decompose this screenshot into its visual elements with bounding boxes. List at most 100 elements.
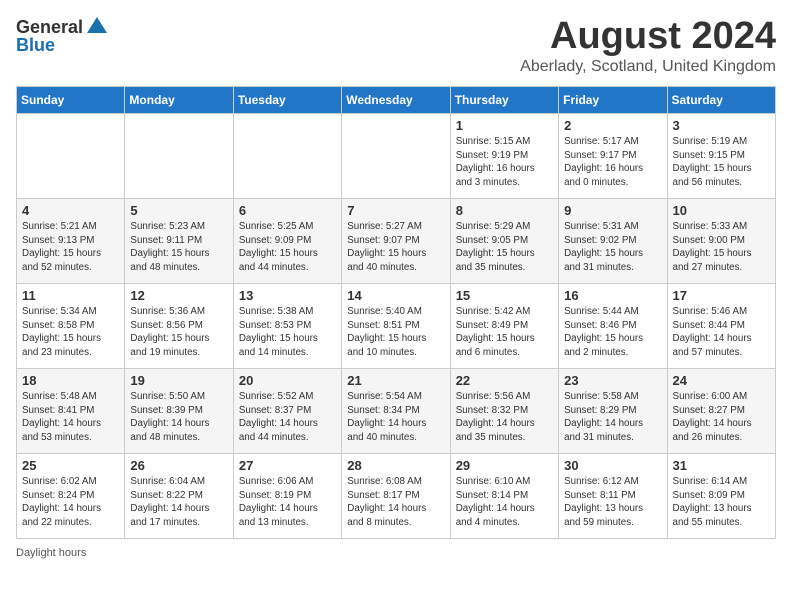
day-number: 7	[347, 203, 444, 218]
calendar-day-header: Sunday	[17, 86, 125, 113]
day-info: Sunrise: 5:19 AM Sunset: 9:15 PM Dayligh…	[673, 135, 770, 190]
day-number: 4	[22, 203, 119, 218]
calendar-week-row: 1 Sunrise: 5:15 AM Sunset: 9:19 PM Daylig…	[17, 113, 776, 198]
day-info: Sunrise: 5:38 AM Sunset: 8:53 PM Dayligh…	[239, 305, 336, 360]
calendar-day-header: Friday	[559, 86, 667, 113]
calendar-cell	[233, 113, 341, 198]
day-number: 6	[239, 203, 336, 218]
day-info: Sunrise: 5:56 AM Sunset: 8:32 PM Dayligh…	[456, 390, 553, 445]
day-number: 5	[130, 203, 227, 218]
day-info: Sunrise: 5:23 AM Sunset: 9:11 PM Dayligh…	[130, 220, 227, 275]
day-info: Sunrise: 6:10 AM Sunset: 8:14 PM Dayligh…	[456, 475, 553, 530]
calendar-week-row: 4Sunrise: 5:21 AM Sunset: 9:13 PM Daylig…	[17, 198, 776, 283]
day-info: Sunrise: 5:29 AM Sunset: 9:05 PM Dayligh…	[456, 220, 553, 275]
calendar-cell	[17, 113, 125, 198]
day-number: 15	[456, 288, 553, 303]
day-number: 11	[22, 288, 119, 303]
day-info: Sunrise: 6:04 AM Sunset: 8:22 PM Dayligh…	[130, 475, 227, 530]
day-info: Sunrise: 5:46 AM Sunset: 8:44 PM Dayligh…	[673, 305, 770, 360]
logo: General Blue	[16, 16, 109, 56]
calendar-cell: 18 Sunrise: 5:48 AM Sunset: 8:41 PM Dayli…	[17, 368, 125, 453]
calendar-cell: 1 Sunrise: 5:15 AM Sunset: 9:19 PM Daylig…	[450, 113, 558, 198]
calendar-cell: 5 Sunrise: 5:23 AM Sunset: 9:11 PM Daylig…	[125, 198, 233, 283]
calendar-cell: 19 Sunrise: 5:50 AM Sunset: 8:39 PM Dayli…	[125, 368, 233, 453]
day-number: 26	[130, 458, 227, 473]
calendar-cell: 3 Sunrise: 5:19 AM Sunset: 9:15 PM Daylig…	[667, 113, 775, 198]
calendar-cell: 4Sunrise: 5:21 AM Sunset: 9:13 PM Daylig…	[17, 198, 125, 283]
day-number: 1	[456, 118, 553, 133]
calendar-week-row: 25Sunrise: 6:02 AM Sunset: 8:24 PM Dayli…	[17, 453, 776, 538]
day-number: 3	[673, 118, 770, 133]
calendar-cell: 10Sunrise: 5:33 AM Sunset: 9:00 PM Dayli…	[667, 198, 775, 283]
calendar-cell	[342, 113, 450, 198]
day-info: Sunrise: 5:42 AM Sunset: 8:49 PM Dayligh…	[456, 305, 553, 360]
calendar-cell: 12 Sunrise: 5:36 AM Sunset: 8:56 PM Dayli…	[125, 283, 233, 368]
day-number: 2	[564, 118, 661, 133]
day-info: Sunrise: 5:31 AM Sunset: 9:02 PM Dayligh…	[564, 220, 661, 275]
calendar-cell: 25Sunrise: 6:02 AM Sunset: 8:24 PM Dayli…	[17, 453, 125, 538]
logo-icon	[86, 16, 108, 39]
day-number: 27	[239, 458, 336, 473]
day-number: 9	[564, 203, 661, 218]
day-info: Sunrise: 5:58 AM Sunset: 8:29 PM Dayligh…	[564, 390, 661, 445]
day-number: 29	[456, 458, 553, 473]
calendar-week-row: 11 Sunrise: 5:34 AM Sunset: 8:58 PM Dayli…	[17, 283, 776, 368]
calendar-day-header: Saturday	[667, 86, 775, 113]
day-number: 19	[130, 373, 227, 388]
day-info: Sunrise: 5:48 AM Sunset: 8:41 PM Dayligh…	[22, 390, 119, 445]
calendar-week-row: 18 Sunrise: 5:48 AM Sunset: 8:41 PM Dayli…	[17, 368, 776, 453]
calendar-cell: 20Sunrise: 5:52 AM Sunset: 8:37 PM Dayli…	[233, 368, 341, 453]
day-number: 12	[130, 288, 227, 303]
day-info: Sunrise: 5:50 AM Sunset: 8:39 PM Dayligh…	[130, 390, 227, 445]
day-number: 16	[564, 288, 661, 303]
title-section: August 2024 Aberlady, Scotland, United K…	[520, 16, 776, 76]
calendar-cell: 28 Sunrise: 6:08 AM Sunset: 8:17 PM Dayli…	[342, 453, 450, 538]
calendar-cell: 8Sunrise: 5:29 AM Sunset: 9:05 PM Daylig…	[450, 198, 558, 283]
day-info: Sunrise: 5:17 AM Sunset: 9:17 PM Dayligh…	[564, 135, 661, 190]
day-info: Sunrise: 5:15 AM Sunset: 9:19 PM Dayligh…	[456, 135, 553, 190]
day-number: 28	[347, 458, 444, 473]
day-info: Sunrise: 6:02 AM Sunset: 8:24 PM Dayligh…	[22, 475, 119, 530]
calendar-cell: 30 Sunrise: 6:12 AM Sunset: 8:11 PM Dayli…	[559, 453, 667, 538]
day-number: 31	[673, 458, 770, 473]
day-number: 14	[347, 288, 444, 303]
day-number: 21	[347, 373, 444, 388]
day-info: Sunrise: 5:54 AM Sunset: 8:34 PM Dayligh…	[347, 390, 444, 445]
day-info: Sunrise: 5:36 AM Sunset: 8:56 PM Dayligh…	[130, 305, 227, 360]
day-number: 30	[564, 458, 661, 473]
day-info: Sunrise: 5:33 AM Sunset: 9:00 PM Dayligh…	[673, 220, 770, 275]
day-info: Sunrise: 6:08 AM Sunset: 8:17 PM Dayligh…	[347, 475, 444, 530]
calendar-cell: 14 Sunrise: 5:40 AM Sunset: 8:51 PM Dayli…	[342, 283, 450, 368]
footer: Daylight hours	[16, 547, 776, 559]
calendar-cell: 9 Sunrise: 5:31 AM Sunset: 9:02 PM Daylig…	[559, 198, 667, 283]
calendar-cell: 6Sunrise: 5:25 AM Sunset: 9:09 PM Daylig…	[233, 198, 341, 283]
location-title: Aberlady, Scotland, United Kingdom	[520, 58, 776, 76]
calendar-cell: 27Sunrise: 6:06 AM Sunset: 8:19 PM Dayli…	[233, 453, 341, 538]
logo-blue: Blue	[16, 35, 55, 56]
calendar-cell: 31 Sunrise: 6:14 AM Sunset: 8:09 PM Dayli…	[667, 453, 775, 538]
calendar-day-header: Thursday	[450, 86, 558, 113]
calendar-day-header: Tuesday	[233, 86, 341, 113]
day-info: Sunrise: 5:34 AM Sunset: 8:58 PM Dayligh…	[22, 305, 119, 360]
day-info: Sunrise: 5:52 AM Sunset: 8:37 PM Dayligh…	[239, 390, 336, 445]
day-number: 23	[564, 373, 661, 388]
day-number: 24	[673, 373, 770, 388]
day-info: Sunrise: 6:14 AM Sunset: 8:09 PM Dayligh…	[673, 475, 770, 530]
calendar-cell: 29 Sunrise: 6:10 AM Sunset: 8:14 PM Dayli…	[450, 453, 558, 538]
day-info: Sunrise: 6:12 AM Sunset: 8:11 PM Dayligh…	[564, 475, 661, 530]
day-number: 13	[239, 288, 336, 303]
day-info: Sunrise: 6:00 AM Sunset: 8:27 PM Dayligh…	[673, 390, 770, 445]
calendar-cell: 21 Sunrise: 5:54 AM Sunset: 8:34 PM Dayli…	[342, 368, 450, 453]
day-number: 17	[673, 288, 770, 303]
calendar-cell: 13 Sunrise: 5:38 AM Sunset: 8:53 PM Dayli…	[233, 283, 341, 368]
day-number: 22	[456, 373, 553, 388]
calendar-cell: 24 Sunrise: 6:00 AM Sunset: 8:27 PM Dayli…	[667, 368, 775, 453]
day-info: Sunrise: 5:40 AM Sunset: 8:51 PM Dayligh…	[347, 305, 444, 360]
day-info: Sunrise: 5:27 AM Sunset: 9:07 PM Dayligh…	[347, 220, 444, 275]
calendar-cell: 26 Sunrise: 6:04 AM Sunset: 8:22 PM Dayli…	[125, 453, 233, 538]
calendar-day-header: Wednesday	[342, 86, 450, 113]
calendar-cell: 15 Sunrise: 5:42 AM Sunset: 8:49 PM Dayli…	[450, 283, 558, 368]
day-number: 18	[22, 373, 119, 388]
calendar-cell: 2 Sunrise: 5:17 AM Sunset: 9:17 PM Daylig…	[559, 113, 667, 198]
calendar-cell: 7 Sunrise: 5:27 AM Sunset: 9:07 PM Daylig…	[342, 198, 450, 283]
